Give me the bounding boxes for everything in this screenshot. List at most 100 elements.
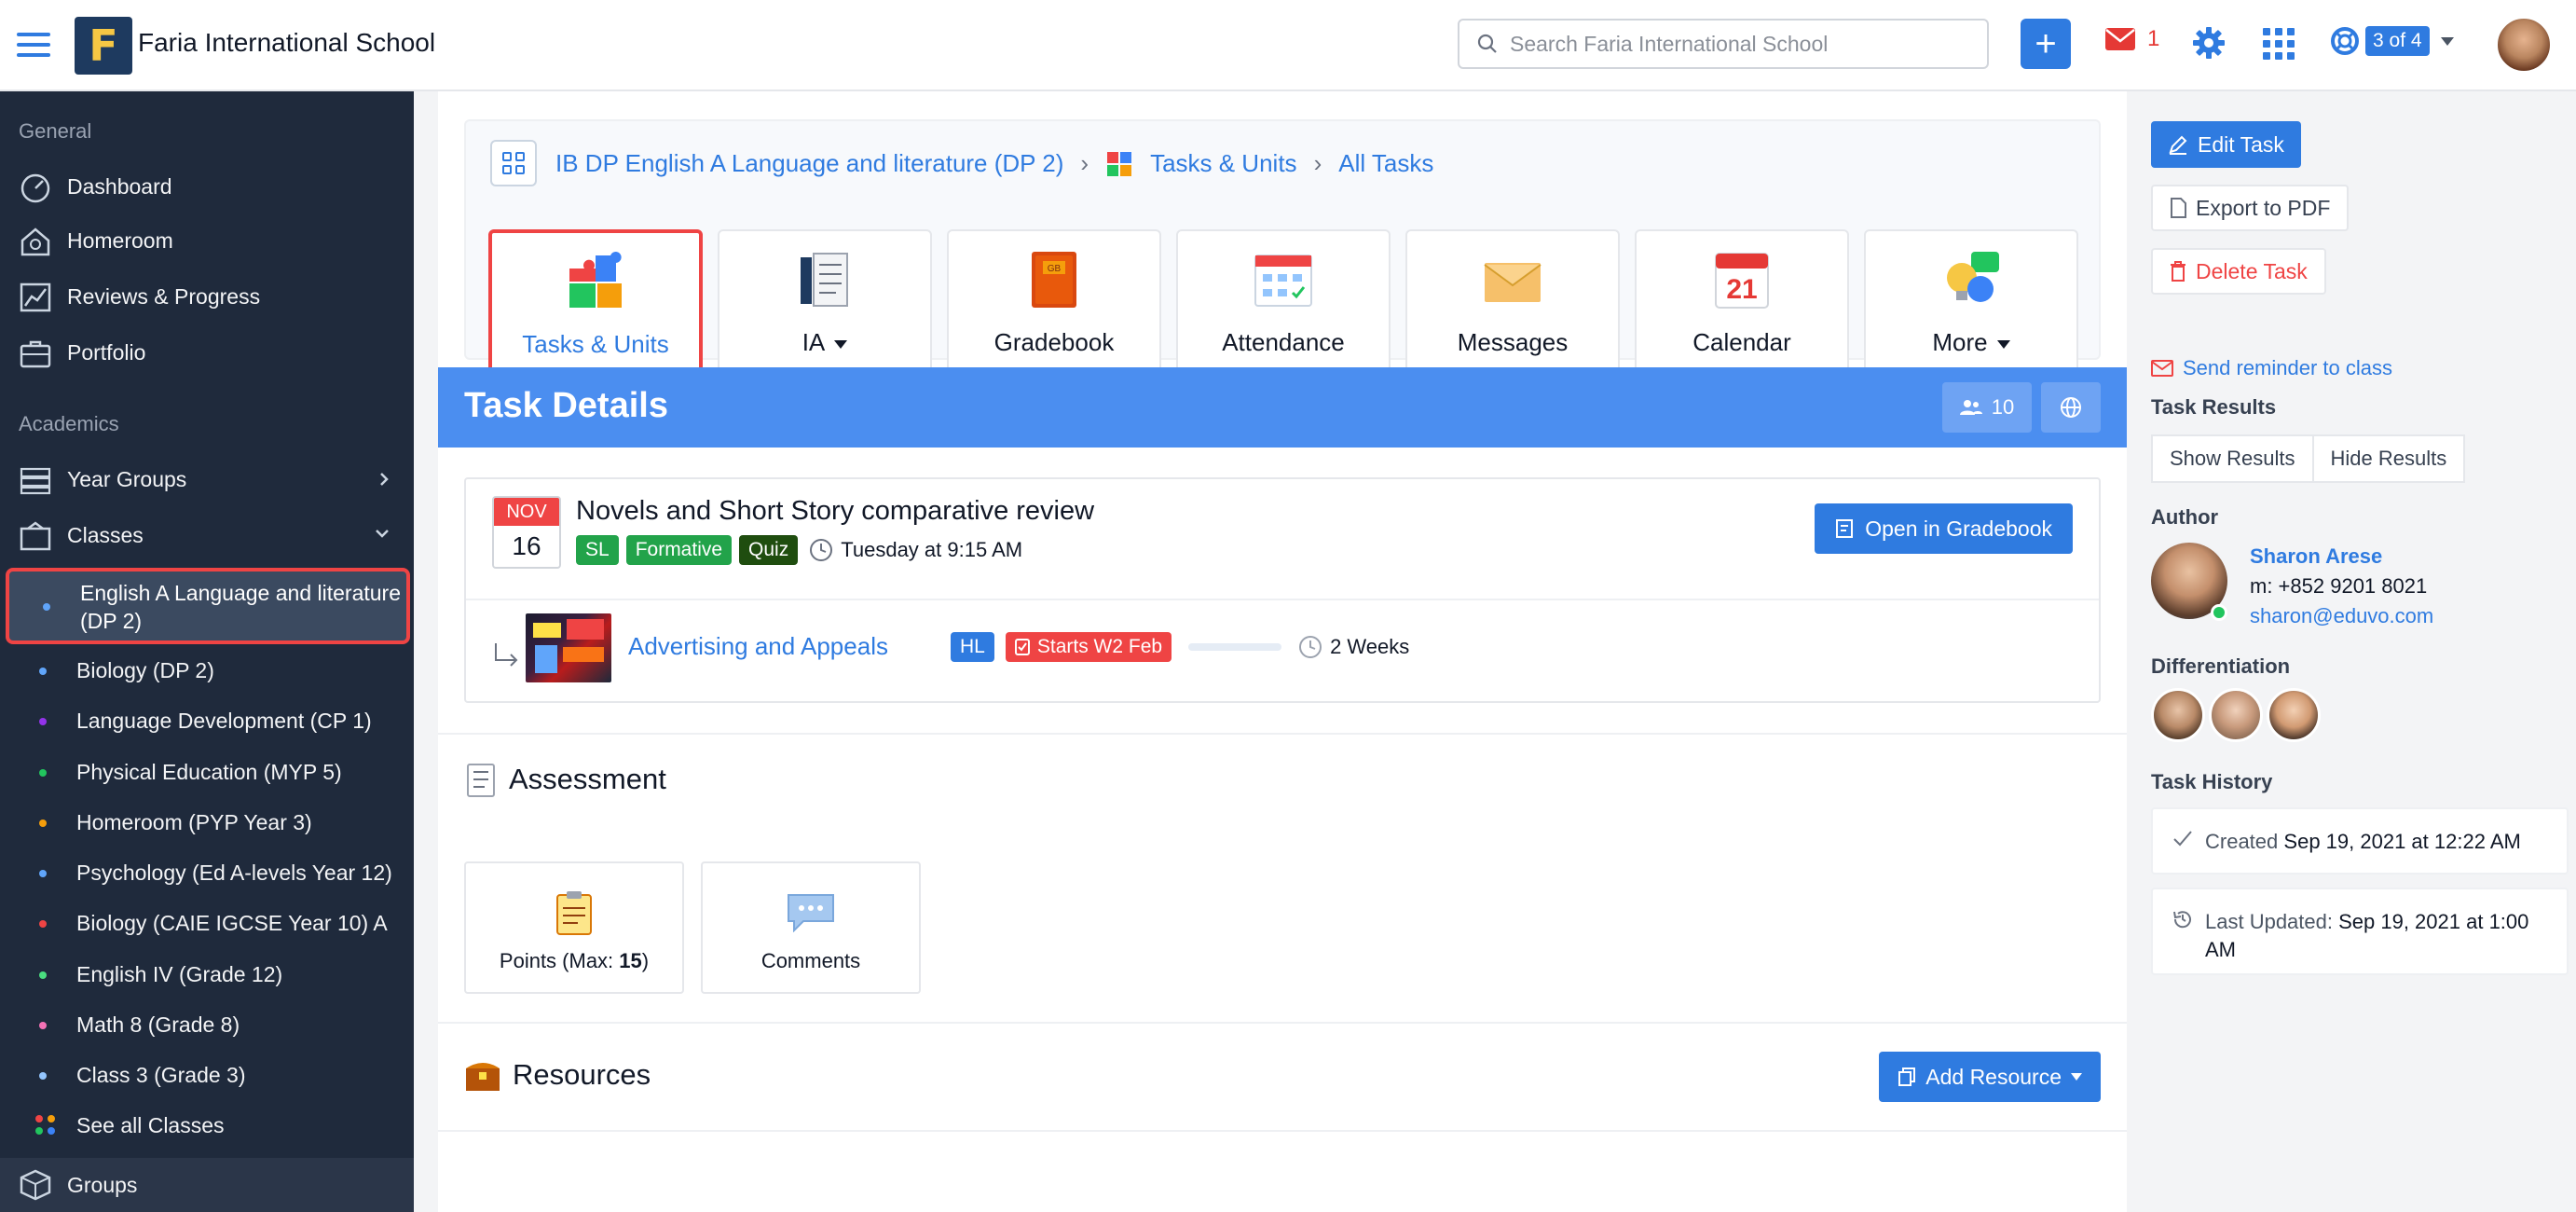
- mail-count: 1: [2147, 26, 2160, 51]
- history-icon: [2173, 911, 2191, 929]
- breadcrumb-course[interactable]: IB DP English A Language and literature …: [555, 149, 1063, 178]
- task-title: Novels and Short Story comparative revie…: [576, 496, 1095, 526]
- sidebar-item-portfolio[interactable]: Portfolio: [0, 326, 414, 379]
- add-resource-button[interactable]: Add Resource: [1879, 1052, 2101, 1102]
- delete-task-button[interactable]: Delete Task: [2151, 248, 2326, 295]
- sidebar-item-classes[interactable]: Classes: [0, 509, 414, 561]
- speech-bubble-icon: [788, 894, 834, 932]
- trash-icon: [2171, 261, 2185, 282]
- envelope-icon: [2105, 28, 2135, 50]
- hide-results-button[interactable]: Hide Results: [2313, 434, 2466, 483]
- task-tags: SL Formative Quiz Tuesday at 9:15 AM: [576, 535, 1022, 565]
- grid-toggle-icon[interactable]: [490, 140, 537, 186]
- gear-icon: [2193, 27, 2225, 59]
- add-button[interactable]: +: [2021, 19, 2071, 69]
- chevron-down-icon: [2440, 36, 2454, 46]
- tag-formative: Formative: [625, 535, 733, 565]
- main-content: IB DP English A Language and literature …: [438, 91, 2127, 1212]
- chevron-right-icon: [380, 473, 389, 486]
- sidebar-class-item[interactable]: Biology (CAIE IGCSE Year 10) A: [0, 898, 414, 948]
- edit-task-button[interactable]: Edit Task: [2151, 121, 2301, 168]
- sidebar-class-item[interactable]: Physical Education (MYP 5): [0, 747, 414, 797]
- class-color-dot: [43, 603, 50, 611]
- tab-more[interactable]: More: [1864, 229, 2078, 375]
- clock-icon: [810, 539, 833, 561]
- settings-button[interactable]: [2192, 26, 2226, 64]
- task-due: Tuesday at 9:15 AM: [809, 538, 1022, 562]
- lifebuoy-icon: [2331, 27, 2359, 55]
- sidebar-item-reviews-progress[interactable]: Reviews & Progress: [0, 270, 414, 323]
- author-email[interactable]: sharon@eduvo.com: [2250, 604, 2433, 628]
- globe-button[interactable]: [2041, 382, 2101, 433]
- comments-card[interactable]: Comments: [701, 861, 921, 994]
- chart-icon: [20, 282, 51, 312]
- sidebar-item-homeroom[interactable]: Homeroom: [0, 214, 414, 267]
- clock-icon: [1299, 636, 1322, 658]
- show-results-button[interactable]: Show Results: [2151, 434, 2314, 483]
- open-in-gradebook-button[interactable]: Open in Gradebook: [1815, 503, 2073, 554]
- top-bar: F Faria International School + 1 3 of 4: [0, 0, 2576, 91]
- export-pdf-button[interactable]: Export to PDF: [2151, 185, 2350, 231]
- differentiation-label: Differentiation: [2151, 654, 2291, 678]
- sidebar-section-academics: Academics: [19, 412, 119, 435]
- gradebook-icon: GB: [1032, 252, 1076, 308]
- copy-icon: [1898, 1067, 1916, 1086]
- task-history-label: Task History: [2151, 770, 2273, 793]
- student-avatar[interactable]: [2151, 688, 2205, 742]
- unit-link[interactable]: Advertising and Appeals: [628, 632, 888, 661]
- sidebar-item-groups[interactable]: Groups: [0, 1158, 414, 1212]
- search-input[interactable]: [1510, 31, 1957, 57]
- gradebook-icon: [1836, 519, 1854, 538]
- tab-calendar[interactable]: 21 Calendar: [1635, 229, 1849, 375]
- messages-button[interactable]: 1: [2104, 26, 2159, 52]
- task-sidebar: Edit Task Export to PDF Delete Task Send…: [2127, 91, 2576, 1212]
- sidebar-class-item[interactable]: Math 8 (Grade 8): [0, 999, 414, 1050]
- apps-grid-icon[interactable]: [2263, 28, 2295, 60]
- tab-tasks-units[interactable]: Tasks & Units: [488, 229, 703, 375]
- class-color-dot: [39, 870, 47, 877]
- unit-thumbnail[interactable]: [526, 613, 611, 682]
- search-box[interactable]: [1458, 19, 1989, 69]
- tab-attendance[interactable]: Attendance: [1176, 229, 1391, 375]
- tag-start-date: Starts W2 Feb: [1005, 632, 1172, 662]
- tag-sl: SL: [576, 535, 619, 565]
- students-count-button[interactable]: 10: [1942, 382, 2032, 433]
- sidebar-item-dashboard[interactable]: Dashboard: [0, 160, 414, 213]
- breadcrumb-section[interactable]: Tasks & Units: [1150, 149, 1297, 178]
- svg-text:GB: GB: [1048, 264, 1062, 274]
- school-logo[interactable]: F: [75, 17, 132, 75]
- send-reminder-link[interactable]: Send reminder to class: [2151, 356, 2392, 380]
- tag-hl: HL: [951, 632, 994, 662]
- class-color-dot: [39, 1072, 47, 1080]
- task-details-title: Task Details: [464, 386, 668, 425]
- student-avatar[interactable]: [2267, 688, 2321, 742]
- subtask-arrow-icon: [495, 643, 518, 667]
- help-progress-badge: 3 of 4: [2365, 26, 2430, 56]
- puzzle-icon: [1107, 151, 1132, 176]
- sidebar-class-item[interactable]: Class 3 (Grade 3): [0, 1050, 414, 1100]
- help-button[interactable]: 3 of 4: [2330, 26, 2454, 56]
- sidebar-class-item[interactable]: Psychology (Ed A-levels Year 12): [0, 847, 414, 898]
- points-card[interactable]: Points (Max: 15): [464, 861, 684, 994]
- tab-gradebook[interactable]: GB Gradebook: [947, 229, 1161, 375]
- sidebar-class-item[interactable]: Biology (DP 2): [0, 645, 414, 696]
- sidebar-class-item[interactable]: Homeroom (PYP Year 3): [0, 797, 414, 847]
- check-icon: [2173, 831, 2192, 847]
- see-all-classes-link[interactable]: See all Classes: [0, 1100, 414, 1150]
- sidebar-item-year-groups[interactable]: Year Groups: [0, 453, 414, 505]
- author-name[interactable]: Sharon Arese: [2250, 544, 2382, 569]
- briefcase-icon: [20, 340, 51, 368]
- sidebar-class-item[interactable]: English IV (Grade 12): [0, 949, 414, 999]
- author-label: Author: [2151, 505, 2219, 529]
- breadcrumb: IB DP English A Language and literature …: [555, 149, 1433, 178]
- tab-ia[interactable]: IA: [718, 229, 932, 375]
- svg-text:21: 21: [1726, 274, 1757, 305]
- sidebar-class-english-a[interactable]: English A Language and literature (DP 2): [6, 568, 410, 644]
- student-avatar[interactable]: [2209, 688, 2263, 742]
- breadcrumb-page[interactable]: All Tasks: [1338, 149, 1433, 178]
- hamburger-menu-icon[interactable]: [17, 28, 50, 62]
- school-name[interactable]: Faria International School: [138, 28, 435, 58]
- sidebar-class-item[interactable]: Language Development (CP 1): [0, 696, 414, 746]
- tab-messages[interactable]: Messages: [1405, 229, 1620, 375]
- user-avatar[interactable]: [2496, 17, 2552, 73]
